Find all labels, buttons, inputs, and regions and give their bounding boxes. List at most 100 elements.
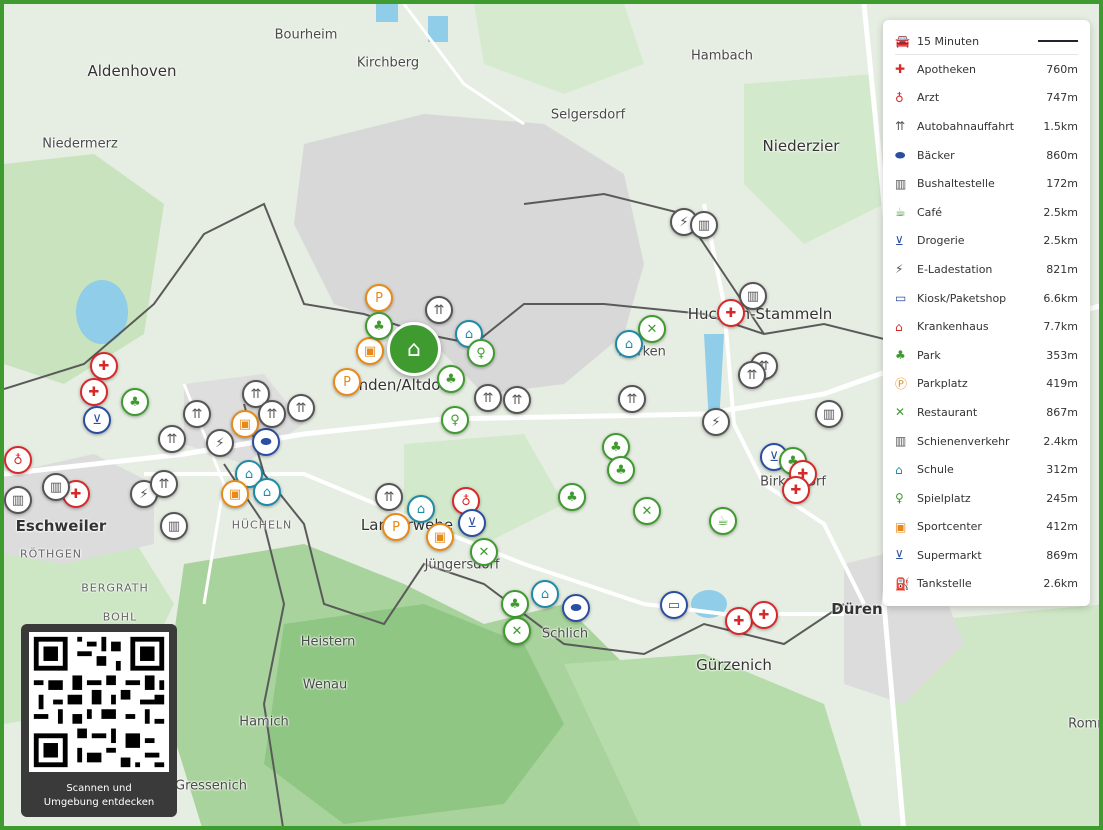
bread-icon[interactable]: ⬬ <box>252 428 280 456</box>
legend-item-baecker[interactable]: ⬬ Bäcker 860m <box>895 141 1078 170</box>
legend-item-distance: 747m <box>1046 91 1078 105</box>
place-label: Bourheim <box>274 27 338 43</box>
legend-item-distance: 2.4km <box>1043 434 1078 448</box>
legend-item-apotheken[interactable]: ✚ Apotheken 760m <box>895 55 1078 84</box>
tree-icon[interactable]: ♣ <box>121 388 149 416</box>
pharmacy-icon: ✚ <box>895 62 906 77</box>
legend-item-sportcenter[interactable]: ▣ Sportcenter 412m <box>895 513 1078 542</box>
legend-item-bushaltestelle[interactable]: ▥ Bushaltestelle 172m <box>895 169 1078 198</box>
ev-charger-icon[interactable]: ⚡ <box>206 429 234 457</box>
highway-icon[interactable]: ⇈ <box>158 425 186 453</box>
highway-icon[interactable]: ⇈ <box>183 400 211 428</box>
place-label: Eschweiler <box>15 517 107 535</box>
tree-icon[interactable]: ♣ <box>607 456 635 484</box>
highway-icon[interactable]: ⇈ <box>618 385 646 413</box>
legend-item-drogerie[interactable]: ⊻ Drogerie 2.5km <box>895 227 1078 256</box>
qr-code-panel[interactable]: Scannen und Umgebung entdecken <box>21 624 177 817</box>
bus-icon[interactable]: ▥ <box>42 473 70 501</box>
train-icon[interactable]: ▥ <box>815 400 843 428</box>
sports-icon[interactable]: ▣ <box>221 480 249 508</box>
pharmacy-icon[interactable]: ✚ <box>782 476 810 504</box>
playground-icon[interactable]: ♀ <box>467 339 495 367</box>
legend-item-restaurant[interactable]: ✕ Restaurant 867m <box>895 398 1078 427</box>
sports-icon[interactable]: ▣ <box>356 337 384 365</box>
highway-icon[interactable]: ⇈ <box>474 384 502 412</box>
pharmacy-icon[interactable]: ✚ <box>717 299 745 327</box>
legend-item-tankstelle[interactable]: ⛽ Tankstelle 2.6km <box>895 570 1078 599</box>
school-icon[interactable]: ⌂ <box>615 330 643 358</box>
sports-icon: ▣ <box>895 519 907 534</box>
legend-item-label: E-Ladestation <box>917 262 993 276</box>
school-icon[interactable]: ⌂ <box>531 580 559 608</box>
legend-item-label: Schienenverkehr <box>917 434 1010 448</box>
highway-icon[interactable]: ⇈ <box>375 483 403 511</box>
place-label: Gressenich <box>175 778 247 794</box>
coffee-icon[interactable]: ☕ <box>709 507 737 535</box>
sports-icon[interactable]: ▣ <box>426 523 454 551</box>
cutlery-icon[interactable]: ✕ <box>633 497 661 525</box>
bus-icon[interactable]: ▥ <box>4 486 32 514</box>
highway-icon[interactable]: ⇈ <box>258 400 286 428</box>
pharmacy-icon[interactable]: ✚ <box>80 378 108 406</box>
highway-icon[interactable]: ⇈ <box>738 361 766 389</box>
highway-icon[interactable]: ⇈ <box>425 296 453 324</box>
home-marker-icon[interactable]: ⌂ <box>387 322 441 376</box>
pharmacy-icon[interactable]: ✚ <box>725 607 753 635</box>
ev-charger-icon[interactable]: ⚡ <box>702 408 730 436</box>
school-icon[interactable]: ⌂ <box>407 495 435 523</box>
legend-item-label: Spielplatz <box>917 491 971 505</box>
bread-icon[interactable]: ⬬ <box>562 594 590 622</box>
cutlery-icon: ✕ <box>895 405 906 420</box>
legend-item-distance: 172m <box>1046 177 1078 191</box>
legend-item-label: Restaurant <box>917 405 978 419</box>
legend-item-arzt[interactable]: ♁ Arzt 747m <box>895 84 1078 113</box>
legend-item-kiosk[interactable]: ▭ Kiosk/Paketshop 6.6km <box>895 284 1078 313</box>
highway-icon[interactable]: ⇈ <box>150 470 178 498</box>
parking-icon[interactable]: P <box>365 284 393 312</box>
train-icon[interactable]: ▥ <box>690 211 718 239</box>
highway-icon[interactable]: ⇈ <box>287 394 315 422</box>
supermarket-icon[interactable]: ⊻ <box>458 509 486 537</box>
shop-icon[interactable]: ▭ <box>660 591 688 619</box>
legend-item-krankenhaus[interactable]: ⌂ Krankenhaus 7.7km <box>895 312 1078 341</box>
place-label: Aldenhoven <box>87 62 177 80</box>
pharmacy-icon[interactable]: ✚ <box>90 352 118 380</box>
bus-icon[interactable]: ▥ <box>160 512 188 540</box>
stethoscope-icon[interactable]: ♁ <box>4 446 32 474</box>
legend-item-autobahnauffahrt[interactable]: ⇈ Autobahnauffahrt 1.5km <box>895 112 1078 141</box>
bread-icon: ⬬ <box>895 147 906 162</box>
place-label: Niedermerz <box>42 136 118 152</box>
playground-icon[interactable]: ♀ <box>441 406 469 434</box>
tree-icon[interactable]: ♣ <box>365 312 393 340</box>
legend-item-cafe[interactable]: ☕ Café 2.5km <box>895 198 1078 227</box>
legend-item-label: Bäcker <box>917 148 955 162</box>
parking-icon[interactable]: P <box>333 368 361 396</box>
legend-item-supermarkt[interactable]: ⊻ Supermarkt 869m <box>895 541 1078 570</box>
legend-item-e-ladestation[interactable]: ⚡ E-Ladestation 821m <box>895 255 1078 284</box>
tree-icon[interactable]: ♣ <box>437 365 465 393</box>
legend-item-schule[interactable]: ⌂ Schule 312m <box>895 455 1078 484</box>
pharmacy-icon[interactable]: ✚ <box>750 601 778 629</box>
legend-item-schienenverkehr[interactable]: ▥ Schienenverkehr 2.4km <box>895 427 1078 456</box>
cutlery-icon[interactable]: ✕ <box>503 617 531 645</box>
parking-icon[interactable]: P <box>382 513 410 541</box>
highway-icon[interactable]: ⇈ <box>503 386 531 414</box>
legend-item-parkplatz[interactable]: Ⓟ Parkplatz 419m <box>895 370 1078 399</box>
tree-icon[interactable]: ♣ <box>501 590 529 618</box>
tree-icon[interactable]: ♣ <box>558 483 586 511</box>
legend-item-distance: 867m <box>1046 405 1078 419</box>
legend-header[interactable]: 🚘 15 Minuten <box>895 28 1078 55</box>
train-icon: ▥ <box>895 434 907 449</box>
legend-item-distance: 760m <box>1046 62 1078 76</box>
legend-item-spielplatz[interactable]: ♀ Spielplatz 245m <box>895 484 1078 513</box>
place-label: BERGRATH <box>81 581 149 595</box>
legend-item-distance: 6.6km <box>1043 291 1078 305</box>
legend-item-park[interactable]: ♣ Park 353m <box>895 341 1078 370</box>
cutlery-icon[interactable]: ✕ <box>470 538 498 566</box>
car-icon: 🚘 <box>895 34 910 48</box>
school-icon[interactable]: ⌂ <box>253 478 281 506</box>
supermarket-icon[interactable]: ⊻ <box>83 406 111 434</box>
parking-icon: Ⓟ <box>895 377 908 392</box>
place-label: Schlich <box>541 626 589 642</box>
place-label: Gürzenich <box>696 656 772 674</box>
